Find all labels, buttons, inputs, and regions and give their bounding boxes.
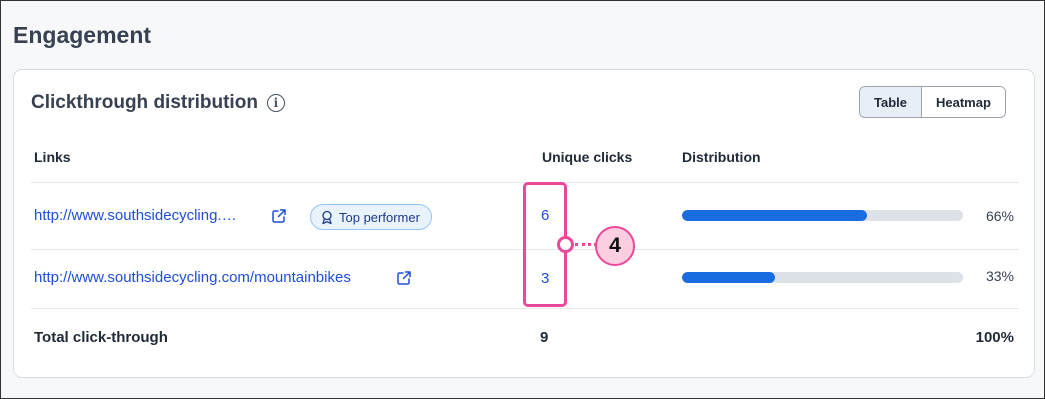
link-url[interactable]: http://www.southsidecycling.com/mountain… <box>34 269 351 286</box>
external-link-icon[interactable] <box>396 270 412 286</box>
top-performer-badge: Top performer <box>310 204 432 230</box>
award-icon <box>322 210 332 224</box>
distribution-percent: 33% <box>985 268 1014 284</box>
row-divider <box>31 308 1019 309</box>
distribution-bar <box>682 210 963 221</box>
section-title: Engagement <box>13 22 152 48</box>
header-unique-clicks: Unique clicks <box>542 149 633 165</box>
card-title: Clickthrough distribution <box>31 92 258 113</box>
callout-anchor-dot <box>557 236 574 253</box>
view-toggle: Table Heatmap <box>859 86 1006 118</box>
info-icon[interactable]: i <box>266 94 285 112</box>
external-link-icon[interactable] <box>271 208 287 224</box>
distribution-bar-fill <box>682 210 868 221</box>
distribution-percent: 66% <box>985 208 1014 224</box>
distribution-bar <box>682 272 963 283</box>
total-unique-clicks: 9 <box>540 329 549 346</box>
distribution-bar-fill <box>682 272 775 283</box>
header-links: Links <box>34 149 71 165</box>
card-header: Clickthrough distribution i <box>31 92 285 114</box>
callout-number-badge: 4 <box>595 226 635 266</box>
tab-table[interactable]: Table <box>860 87 922 117</box>
link-url[interactable]: http://www.southsidecycling.… <box>34 207 237 224</box>
callout-connector <box>575 243 597 246</box>
badge-label: Top performer <box>339 209 420 225</box>
total-label: Total click-through <box>34 329 168 346</box>
header-distribution: Distribution <box>682 149 761 165</box>
total-percent: 100% <box>975 329 1014 346</box>
tab-heatmap[interactable]: Heatmap <box>922 87 1005 117</box>
